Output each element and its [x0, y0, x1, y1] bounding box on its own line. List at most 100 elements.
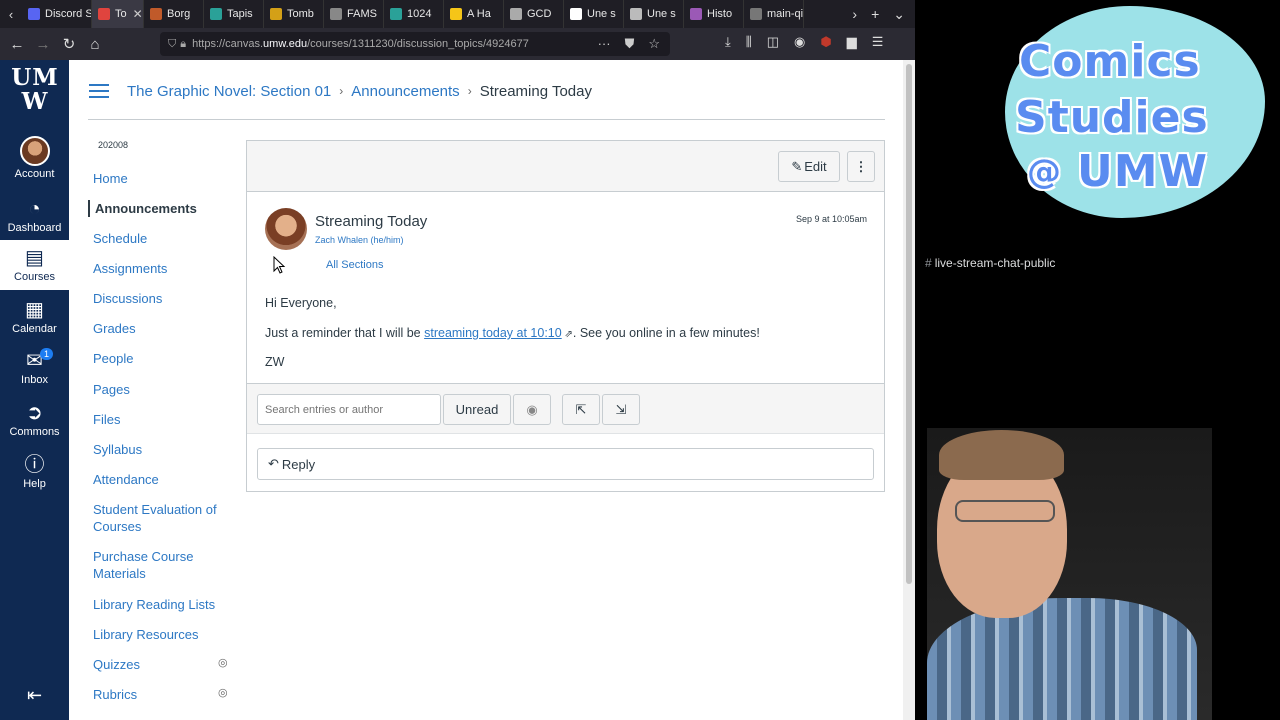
menu-icon[interactable]: ☰: [872, 34, 884, 50]
more-options-button[interactable]: ⋮: [847, 151, 875, 182]
scrollbar-thumb[interactable]: [906, 64, 912, 584]
course-nav-syllabus[interactable]: Syllabus: [93, 441, 218, 458]
sidebar-icon[interactable]: ◫: [767, 34, 779, 50]
stream-link[interactable]: streaming today at 10:10: [424, 326, 562, 340]
global-nav-calendar[interactable]: ▦ Calendar: [0, 299, 69, 335]
back-icon[interactable]: ←: [4, 36, 30, 53]
browser-tab[interactable]: FAMS: [324, 0, 384, 28]
ublock-icon[interactable]: ⬢: [820, 34, 831, 50]
browser-tab[interactable]: GCD: [504, 0, 564, 28]
course-nav-home[interactable]: Home: [93, 170, 218, 187]
course-nav-grades[interactable]: Grades: [93, 320, 218, 337]
tab-favicon-icon: [150, 8, 162, 20]
global-nav-dashboard[interactable]: ◔ Dashboard: [0, 198, 69, 234]
url-actions: ··· ⛊ ☆: [598, 36, 660, 52]
shield-icon[interactable]: ⛉: [168, 38, 176, 51]
browser-tab[interactable]: A Ha: [444, 0, 504, 28]
breadcrumb-course[interactable]: The Graphic Novel: Section 01: [127, 83, 331, 100]
browser-tab[interactable]: Borg: [144, 0, 204, 28]
channel-hash-icon: #: [925, 256, 932, 270]
stream-overlay: Comics Studies @ UMW # live-stream-chat-p…: [915, 0, 1280, 720]
breadcrumb-announcements[interactable]: Announcements: [351, 83, 459, 100]
download-icon[interactable]: ⤓: [725, 34, 731, 50]
comics-studies-logo: Comics Studies @ UMW: [1005, 6, 1265, 218]
course-nav-people[interactable]: People: [93, 350, 218, 367]
reader-icon[interactable]: ▆: [847, 34, 857, 50]
global-nav-account[interactable]: Account: [0, 136, 69, 180]
tab-favicon-icon: [270, 8, 282, 20]
course-nav-assignments[interactable]: Assignments: [93, 260, 218, 277]
course-nav-schedule[interactable]: Schedule: [93, 230, 218, 247]
forward-icon[interactable]: →: [30, 36, 56, 53]
hamburger-icon[interactable]: [89, 80, 109, 102]
browser-tab[interactable]: Une s: [564, 0, 624, 28]
replies-section: Unread ◉ ⇱ ⇲ ↶ Reply: [246, 384, 885, 492]
global-nav-commons[interactable]: ➲ Commons: [0, 402, 69, 438]
course-nav-announcements[interactable]: Announcements: [88, 200, 213, 217]
course-nav-student-evaluation[interactable]: Student Evaluation of Courses: [93, 501, 218, 535]
commons-icon: ➲: [26, 402, 43, 424]
tab-list-chevron-icon[interactable]: ⌄: [893, 6, 905, 23]
course-nav-quizzes[interactable]: Quizzes: [93, 656, 218, 673]
post-sections-link[interactable]: All Sections: [326, 259, 383, 271]
close-tab-icon[interactable]: ✕: [133, 7, 143, 21]
browser-tab[interactable]: Tapis: [204, 0, 264, 28]
lock-icon[interactable]: 🔒︎: [180, 38, 186, 51]
browser-tab[interactable]: Histo: [684, 0, 744, 28]
global-nav-help[interactable]: ⓘ Help: [0, 454, 69, 490]
course-nav-library-reading-lists[interactable]: Library Reading Lists: [93, 596, 218, 613]
tab-scroll-left-icon[interactable]: ‹: [0, 7, 22, 22]
course-nav-rubrics[interactable]: Rubrics: [93, 686, 218, 703]
search-entries-input[interactable]: [257, 394, 441, 425]
home-icon[interactable]: ⌂: [82, 36, 108, 53]
external-link-icon: ⇗: [561, 329, 573, 340]
chat-channel-name: live-stream-chat-public: [934, 256, 1056, 270]
reply-button[interactable]: ↶ Reply: [257, 448, 874, 480]
course-nav-discussions[interactable]: Discussions: [93, 290, 218, 307]
library-icon[interactable]: ⫼: [746, 34, 752, 50]
collapse-nav-icon[interactable]: ⇤: [0, 685, 69, 706]
browser-tab[interactable]: Tomb: [264, 0, 324, 28]
browser-tab[interactable]: main-qim: [744, 0, 804, 28]
course-nav-files[interactable]: Files: [93, 411, 218, 428]
course-nav-attendance[interactable]: Attendance: [93, 471, 218, 488]
page-scrollbar[interactable]: [903, 60, 915, 720]
global-navigation: UM W Account ◔ Dashboard ▤ Courses ▦ Cal…: [0, 60, 69, 720]
unread-button[interactable]: Unread: [443, 394, 511, 425]
pencil-icon: ✎: [791, 158, 803, 174]
more-icon: ⋮: [854, 158, 868, 174]
calendar-icon: ▦: [25, 299, 44, 321]
announcement-toolbar: ✎ Edit ⋮: [246, 140, 885, 191]
tab-favicon-icon: [570, 8, 582, 20]
post-author-link[interactable]: Zach Whalen (he/him): [315, 235, 404, 245]
browser-tab[interactable]: Une s: [624, 0, 684, 28]
course-nav-library-resources[interactable]: Library Resources: [93, 626, 218, 643]
browser-tab[interactable]: Discord S: [22, 0, 92, 28]
url-prefix: https://canvas.: [192, 38, 264, 50]
global-nav-inbox[interactable]: ✉ 1 Inbox: [0, 348, 69, 386]
page-actions-icon[interactable]: ···: [598, 36, 611, 52]
edit-label: Edit: [804, 159, 827, 174]
url-path: /courses/1311230/discussion_topics/49246…: [307, 38, 529, 50]
browser-tab[interactable]: 1024: [384, 0, 444, 28]
logo-line-umw: UMW: [1077, 146, 1209, 197]
collapse-replies-button[interactable]: ⇱: [562, 394, 600, 425]
expand-replies-button[interactable]: ⇲: [602, 394, 640, 425]
course-nav-purchase-materials[interactable]: Purchase Course Materials: [93, 548, 218, 582]
global-nav-courses[interactable]: ▤ Courses: [0, 240, 69, 290]
author-avatar[interactable]: [265, 208, 307, 250]
course-nav-pages[interactable]: Pages: [93, 381, 218, 398]
umw-logo[interactable]: UM W: [6, 66, 64, 114]
mark-all-read-button[interactable]: ◉: [513, 394, 551, 425]
url-bar[interactable]: ⛉ 🔒︎ https://canvas. umw.edu/courses/1311…: [160, 32, 670, 56]
bookmark-star-icon[interactable]: ☆: [648, 36, 660, 52]
webcam-shirt: [927, 598, 1197, 720]
pocket-icon[interactable]: ⛊: [625, 36, 635, 52]
edit-button[interactable]: ✎ Edit: [778, 151, 840, 182]
post-date: Sep 9 at 10:05am: [795, 214, 867, 224]
reload-icon[interactable]: ↻: [56, 35, 82, 53]
browser-tab[interactable]: To ✕: [92, 0, 144, 28]
tab-scroll-right-icon[interactable]: ›: [852, 6, 857, 23]
account-icon[interactable]: ◉: [794, 34, 805, 50]
new-tab-icon[interactable]: +: [871, 6, 879, 23]
